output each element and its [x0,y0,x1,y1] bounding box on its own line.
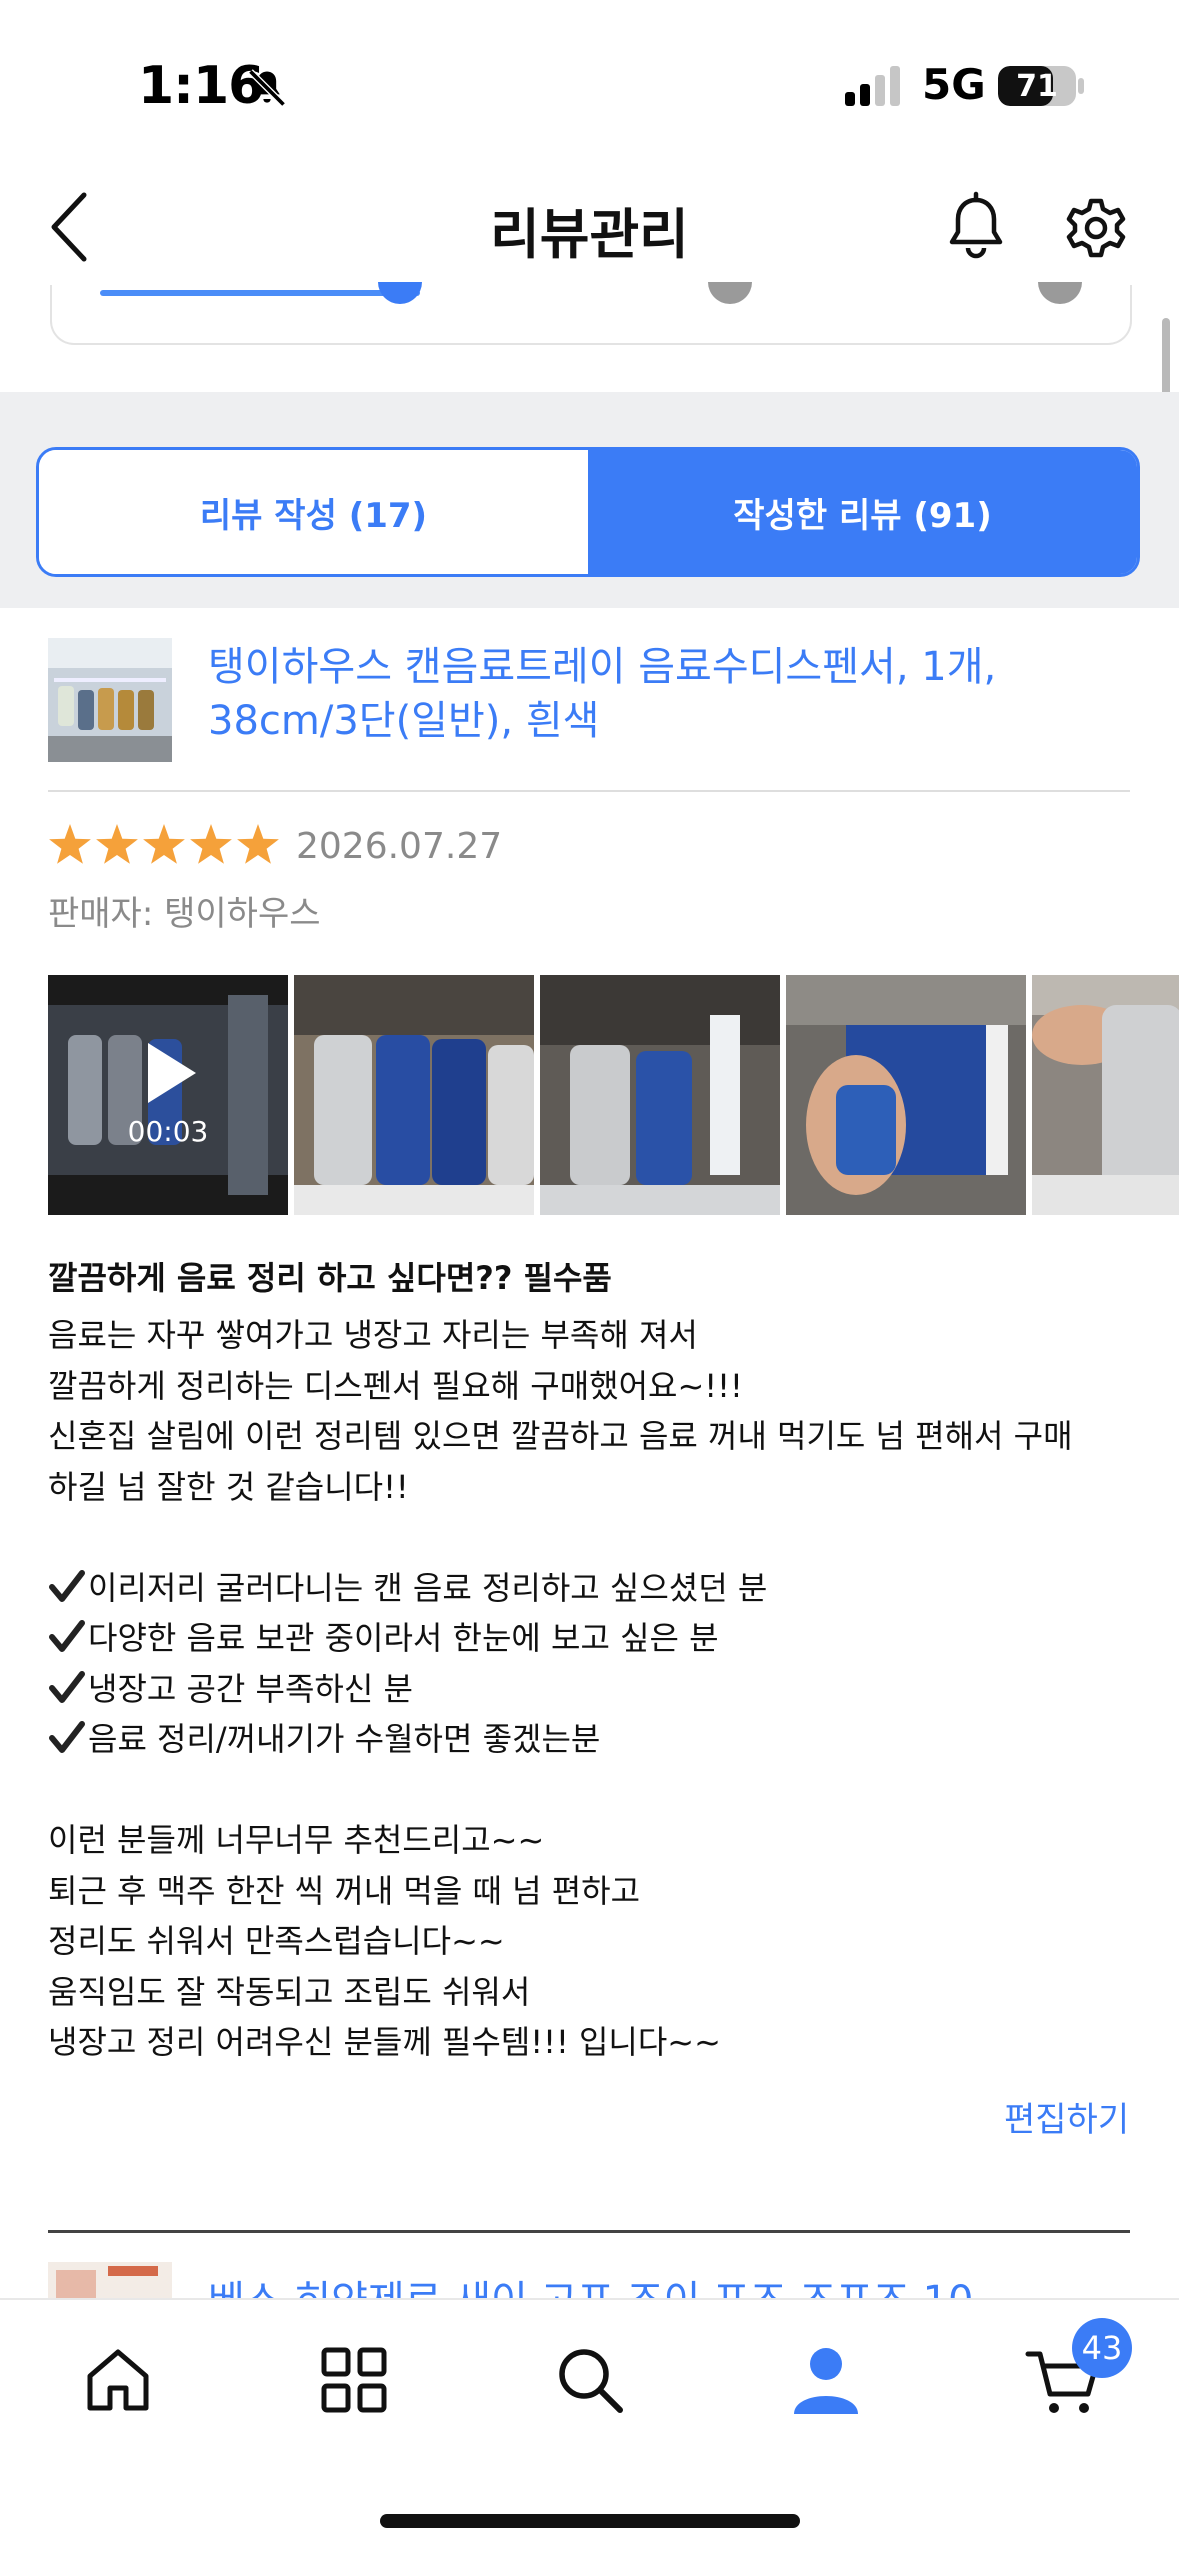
review-line: 이런 분들께 너무너무 추천드리고~~ [48,1821,545,1859]
battery-cap [1078,78,1084,94]
home-icon[interactable] [78,2340,158,2420]
home-indicator [380,2514,800,2528]
review-line: 하길 넘 잘한 것 같습니다!! [48,1467,409,1506]
review-line: 냉장고 공간 부족하신 분 [88,1669,413,1708]
divider [48,790,1130,792]
review-photo[interactable] [786,975,1026,1215]
star-icon [237,824,279,864]
search-icon[interactable] [550,2340,630,2420]
review-date: 2026.07.27 [296,826,503,867]
checkmark-icon [49,1569,85,1602]
star-icon [49,824,91,864]
review-check-line: 음료 정리/꺼내기가 수월하면 좋겠는분 [48,1714,1148,1765]
review-photo[interactable] [294,975,534,1215]
review-check-line: 다양한 음료 보관 중이라서 한눈에 보고 싶은 분 [48,1613,1148,1664]
star-rating [49,824,279,864]
review-line: 음료 정리/꺼내기가 수월하면 좋겠는분 [88,1720,601,1758]
review-line: 신혼집 살림에 이런 정리템 있으면 깔끔하고 음료 꺼내 먹기도 넘 편해서 … [48,1417,1073,1455]
photo-fridge-image [540,975,780,1215]
review-line: 다양한 음료 보관 중이라서 한눈에 보고 싶은 분 [88,1619,719,1657]
checkmark-icon [49,1721,85,1753]
review-line: 정리도 쉬워서 만족스럽습니다~~ [48,1922,505,1960]
battery-icon: 71 [998,66,1076,106]
checkmark-icon [49,1620,85,1652]
my-page-user-icon[interactable] [786,2340,866,2420]
review-line: 움직임도 잘 작동되고 조립도 쉬워서 [48,1972,531,2011]
review-line: 냉장고 정리 어려우신 분들께 필수템!!! 입니다~~ [48,2023,721,2061]
settings-gear-icon[interactable] [1058,190,1134,266]
review-separator [48,2230,1130,2233]
review-line: 이리저리 굴러다니는 캔 음료 정리하고 싶으셨던 분 [88,1568,768,1607]
video-duration: 00:03 [127,1115,209,1148]
review-check-line: 냉장고 공간 부족하신 분 [48,1664,1148,1715]
review-headline: 깔끔하게 음료 정리 하고 싶다면?? 필수품 [48,1259,612,1297]
notification-bell-icon[interactable] [938,190,1014,266]
tab-written-reviews[interactable]: 작성한 리뷰 (91) [588,450,1137,574]
edit-review-link[interactable]: 편집하기 [1004,2092,1129,2141]
review-line-blank [48,1512,1148,1563]
seller-name: 판매자: 탱이하우스 [48,894,321,934]
product-title[interactable]: 탱이하우스 캔음료트레이 음료수디스펜서, 1개, 38cm/3단(일반), 흰… [208,640,1128,748]
cellular-signal-icon [845,66,900,106]
network-type: 5G [922,60,986,109]
review-line-blank [48,1765,1148,1816]
next-product-thumbnail[interactable] [48,2262,172,2302]
category-grid-icon[interactable] [314,2340,394,2420]
battery-percent: 71 [1016,69,1058,104]
review-tabs: 리뷰 작성 (17) 작성한 리뷰 (91) [36,447,1140,577]
review-line: 음료는 자꾸 쌓여가고 냉장고 자리는 부족해 져서 [48,1316,698,1354]
cart-count-badge: 43 [1072,2318,1132,2378]
review-body: 음료는 자꾸 쌓여가고 냉장고 자리는 부족해 져서 깔끔하게 정리하는 디스펜… [48,1310,1148,2068]
star-icon [190,824,232,864]
photo-hand-can-image [786,975,1026,1215]
review-photo[interactable] [540,975,780,1215]
photo-cans-image [294,975,534,1215]
play-icon [148,1043,196,1103]
review-photo[interactable] [1032,975,1179,1215]
star-icon [143,824,185,864]
progress-track-fill [100,290,420,296]
review-line: 퇴근 후 맥주 한잔 씩 꺼내 먹을 때 넘 편하고 [48,1871,641,1910]
star-icon [96,824,138,864]
product-thumbnail[interactable] [48,638,172,762]
checkmark-icon [49,1670,85,1703]
photo-can-image [1032,975,1179,1215]
review-media-strip: 00:03 [48,975,1179,1215]
review-check-line: 이리저리 굴러다니는 캔 음료 정리하고 싶으셨던 분 [48,1563,1148,1614]
bell-off-icon [248,69,286,107]
review-video-thumbnail[interactable]: 00:03 [48,975,288,1215]
review-line: 깔끔하게 정리하는 디스펜서 필요해 구매했어요~!!! [48,1366,743,1405]
tab-write-review[interactable]: 리뷰 작성 (17) [39,450,588,574]
